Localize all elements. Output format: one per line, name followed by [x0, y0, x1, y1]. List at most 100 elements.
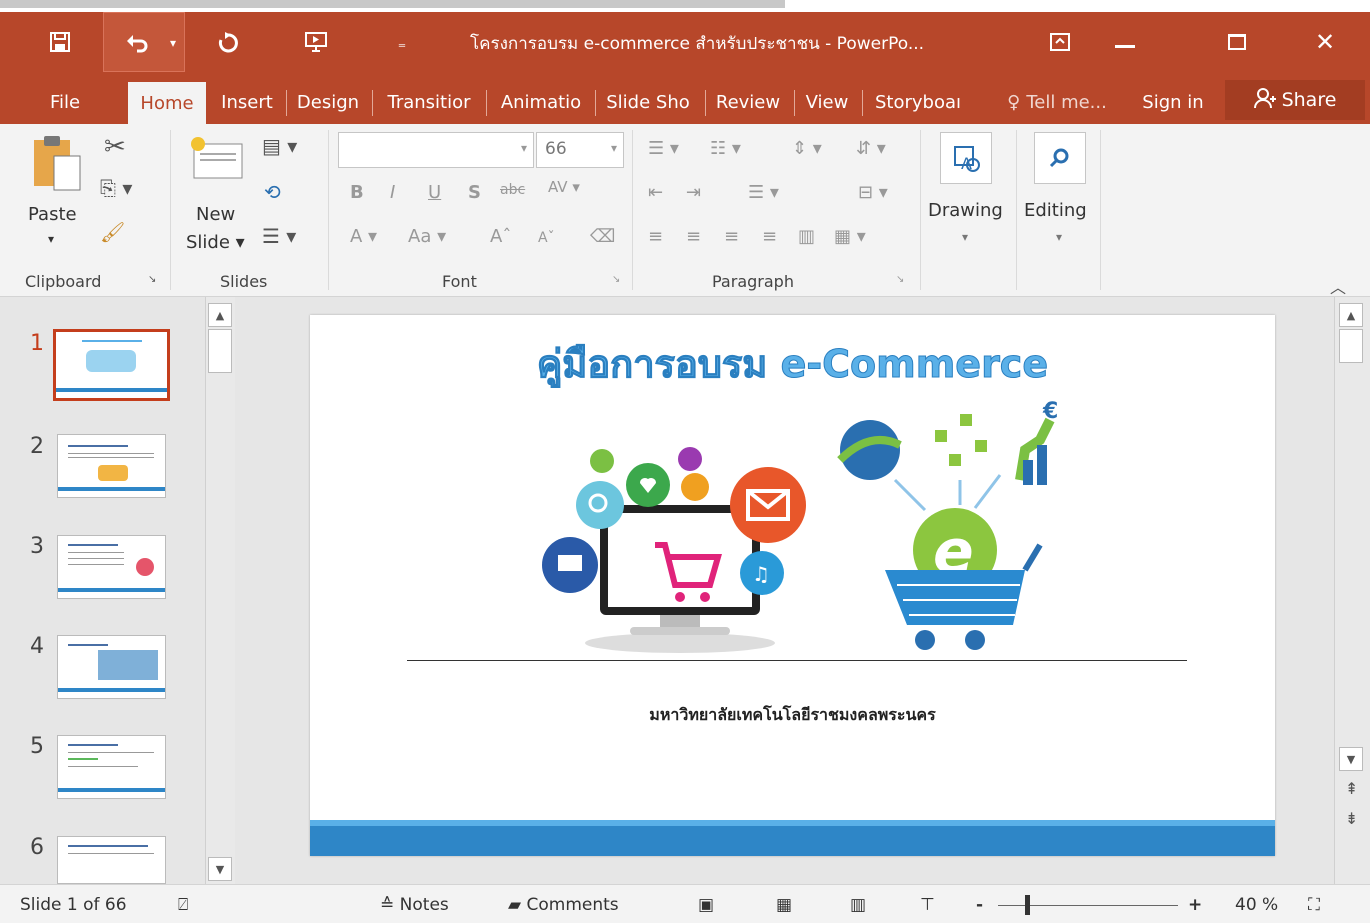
slide-sorter-icon[interactable]: ▦: [776, 895, 792, 915]
dialog-launcher-icon[interactable]: ↘: [896, 274, 904, 285]
increase-font-icon[interactable]: Aˆ: [490, 226, 511, 247]
tab-home[interactable]: Home: [128, 82, 206, 124]
tab-slide-show[interactable]: Slide Sho: [598, 80, 698, 124]
svg-text:♫: ♫: [752, 562, 770, 586]
reading-view-icon[interactable]: ▥: [850, 895, 866, 915]
thumbnail-slide-4[interactable]: [57, 635, 166, 699]
undo-button[interactable]: ▾: [103, 12, 185, 72]
scroll-thumb[interactable]: [1339, 329, 1363, 363]
customize-qat-icon[interactable]: ₌: [390, 12, 414, 72]
increase-indent-icon[interactable]: ⇥: [686, 182, 701, 203]
dialog-launcher-icon[interactable]: ↘: [148, 274, 156, 285]
redo-icon[interactable]: [210, 12, 246, 72]
present-from-start-icon[interactable]: [298, 12, 334, 72]
slide-subtitle[interactable]: มหาวิทยาลัยเทคโนโลยีราชมงคลพระนคร: [310, 703, 1275, 728]
thumbnail-scrollbar[interactable]: ▲ ▼: [205, 297, 235, 884]
scroll-up-icon[interactable]: ▲: [208, 303, 232, 327]
reset-icon[interactable]: ⟲: [264, 180, 281, 204]
comments-button[interactable]: ▰ Comments: [508, 895, 619, 915]
strikethrough-icon[interactable]: abc: [500, 182, 525, 198]
font-group-label: Font: [442, 272, 477, 291]
columns-icon[interactable]: ☰ ▾: [748, 182, 779, 203]
slide-canvas[interactable]: คู่มือการอบรม e-Commerce ♫ € e มหาวิทยาล…: [310, 315, 1275, 856]
thumbnail-slide-5[interactable]: [57, 735, 166, 799]
character-spacing-icon[interactable]: AV ▾: [548, 178, 580, 196]
undo-dropdown-icon[interactable]: ▾: [164, 13, 182, 73]
align-right-icon[interactable]: ≡: [724, 226, 739, 247]
font-color-icon[interactable]: A ▾: [350, 226, 377, 247]
format-painter-icon[interactable]: 🖌: [100, 220, 125, 244]
clear-formatting-icon[interactable]: ⌫: [590, 226, 615, 247]
align-center-icon[interactable]: ≡: [686, 226, 701, 247]
next-slide-icon[interactable]: ⇟: [1345, 809, 1358, 828]
status-bar: Slide 1 of 66 ⍁ ≙ Notes ▰ Comments ▣ ▦ ▥…: [0, 884, 1370, 923]
minimize-icon[interactable]: [1100, 12, 1150, 72]
clipboard-icon: [30, 134, 82, 197]
scroll-down-icon[interactable]: ▼: [208, 857, 232, 881]
bullets-icon[interactable]: ☰ ▾: [648, 138, 679, 159]
bold-icon[interactable]: B: [350, 182, 364, 203]
save-icon[interactable]: [40, 12, 80, 72]
thumbnail-slide-1[interactable]: [53, 329, 170, 401]
tab-storyboard[interactable]: Storyboaı: [866, 80, 970, 124]
tell-me-box[interactable]: ♀ Tell me...: [992, 80, 1122, 124]
text-direction-icon[interactable]: ⇵ ▾: [856, 138, 886, 159]
shadow-icon[interactable]: S: [468, 182, 481, 203]
font-name-input[interactable]: ▾: [338, 132, 534, 168]
scroll-thumb[interactable]: [208, 329, 232, 373]
tab-insert[interactable]: Insert: [212, 80, 282, 124]
zoom-in-button[interactable]: +: [1188, 895, 1202, 915]
align-text-icon[interactable]: ⊟ ▾: [858, 182, 888, 203]
decrease-font-icon[interactable]: Aˇ: [538, 230, 555, 246]
columns-icon[interactable]: ▥: [798, 226, 815, 247]
previous-slide-icon[interactable]: ⇞: [1345, 779, 1358, 798]
thumbnail-slide-6[interactable]: [57, 836, 166, 884]
cut-icon[interactable]: ✂: [104, 132, 126, 162]
italic-icon[interactable]: I: [390, 182, 395, 203]
sign-in-link[interactable]: Sign in: [1130, 80, 1216, 124]
section-icon[interactable]: ☰ ▾: [262, 224, 296, 248]
justify-icon[interactable]: ≡: [762, 226, 777, 247]
notes-button[interactable]: ≙ Notes: [380, 895, 449, 915]
underline-icon[interactable]: U: [428, 182, 441, 203]
thumbnail-pane: 1 2 3 4 5 6: [0, 297, 205, 884]
numbering-icon[interactable]: ☷ ▾: [710, 138, 741, 159]
font-size-input[interactable]: 66 ▾: [536, 132, 624, 168]
new-slide-icon: [188, 136, 246, 187]
align-left-icon[interactable]: ≡: [648, 226, 663, 247]
scroll-strip: [0, 0, 785, 8]
slide-show-icon[interactable]: ⊤: [920, 895, 935, 915]
slide-title[interactable]: คู่มือการอบรม e-Commerce: [310, 333, 1275, 394]
tab-design[interactable]: Design: [290, 80, 366, 124]
thumbnail-slide-2[interactable]: [57, 434, 166, 498]
slide-scrollbar[interactable]: ▲ ▼ ⇞ ⇟: [1334, 297, 1370, 884]
line-spacing-icon[interactable]: ⇕ ▾: [792, 138, 822, 159]
share-button[interactable]: Share: [1225, 80, 1365, 120]
decrease-indent-icon[interactable]: ⇤: [648, 182, 663, 203]
change-case-icon[interactable]: Aa ▾: [408, 226, 446, 247]
zoom-slider-thumb[interactable]: [1025, 895, 1030, 915]
tab-animations[interactable]: Animatio: [488, 80, 594, 124]
undo-icon: [122, 13, 152, 73]
tab-review[interactable]: Review: [708, 80, 788, 124]
dialog-launcher-icon[interactable]: ↘: [612, 274, 620, 285]
maximize-icon[interactable]: [1212, 12, 1262, 72]
zoom-out-button[interactable]: -: [976, 895, 983, 915]
ribbon-display-icon[interactable]: [1040, 12, 1080, 72]
layout-icon[interactable]: ▤ ▾: [262, 134, 297, 158]
smartart-icon[interactable]: ▦ ▾: [834, 226, 866, 247]
thumbnail-number: 3: [30, 534, 44, 559]
tab-view[interactable]: View: [798, 80, 856, 124]
collapse-ribbon-icon[interactable]: ︿: [1330, 274, 1346, 298]
fit-to-window-icon[interactable]: ⛶: [1308, 895, 1320, 915]
tab-file[interactable]: File: [40, 80, 90, 124]
copy-icon[interactable]: ⎘ ▾: [100, 176, 132, 200]
thumbnail-slide-3[interactable]: [57, 535, 166, 599]
close-icon[interactable]: ✕: [1300, 12, 1350, 72]
scroll-down-icon[interactable]: ▼: [1339, 747, 1363, 771]
normal-view-icon[interactable]: ▣: [698, 895, 714, 915]
spell-check-icon[interactable]: ⍁: [178, 895, 188, 915]
zoom-level[interactable]: 40 %: [1235, 895, 1278, 915]
tab-transitions[interactable]: Transitior: [376, 80, 482, 124]
scroll-up-icon[interactable]: ▲: [1339, 303, 1363, 327]
